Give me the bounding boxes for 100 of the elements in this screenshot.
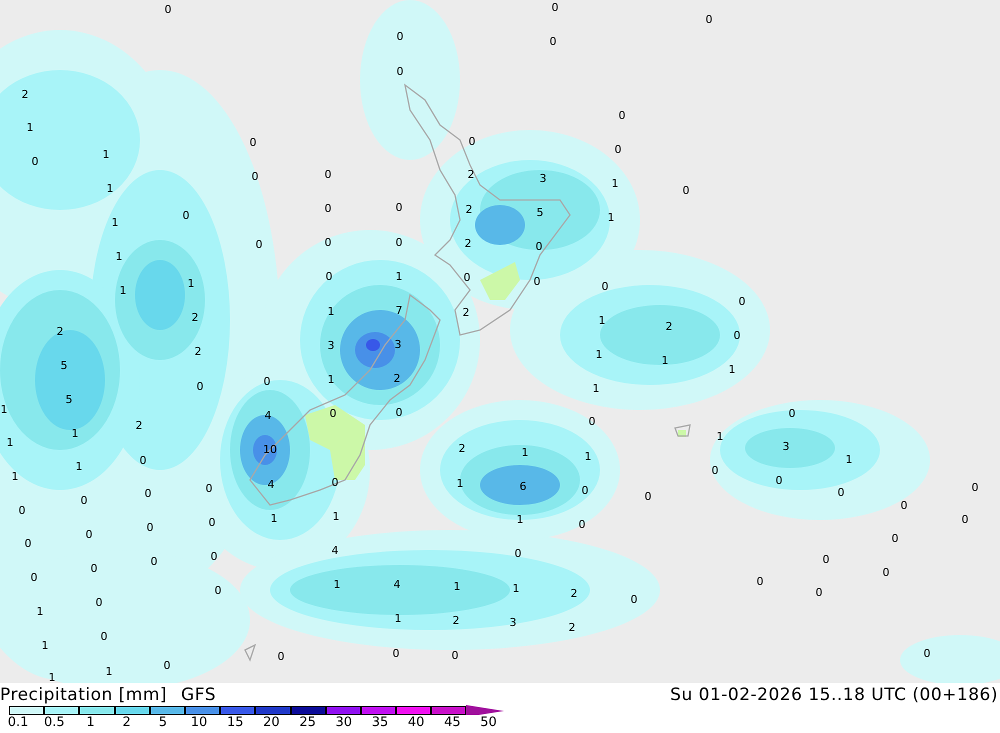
precipitation-value: 0 xyxy=(196,381,204,393)
legend-tick-label: 40 xyxy=(406,715,426,731)
precipitation-value: 1 xyxy=(662,355,668,367)
precipitation-value: 0 xyxy=(146,522,154,534)
precipitation-value: 0 xyxy=(140,455,146,467)
precipitation-value: 2 xyxy=(466,204,472,216)
precipitation-value: 1 xyxy=(328,306,334,318)
precipitation-value: 0 xyxy=(712,465,718,477)
precipitation-value: 1 xyxy=(6,437,14,449)
precipitation-value: 0 xyxy=(464,272,470,284)
precipitation-value: 0 xyxy=(644,491,652,503)
precipitation-value: 0 xyxy=(30,572,38,584)
precipitation-value: 0 xyxy=(150,556,158,568)
precipitation-value: 0 xyxy=(324,203,332,215)
precipitation-value: 1 xyxy=(608,212,614,224)
legend-tick-label: 20 xyxy=(262,715,281,731)
precipitation-value: 1 xyxy=(512,583,520,595)
precipitation-value: 1 xyxy=(102,149,110,161)
precipitation-value: 0 xyxy=(838,487,844,499)
precipitation-value: 0 xyxy=(776,475,782,487)
model-name: GFS xyxy=(181,685,216,705)
precipitation-value: 0 xyxy=(924,648,930,660)
precipitation-value: 0 xyxy=(682,185,690,197)
legend-tick-label: 15 xyxy=(226,715,244,731)
precipitation-value: 0 xyxy=(326,271,332,283)
precipitation-value: 0 xyxy=(602,281,608,293)
legend-tick-label: 10 xyxy=(190,715,208,731)
precipitation-value: 5 xyxy=(66,394,72,406)
precipitation-value: 0 xyxy=(822,554,830,566)
precipitation-value: 1 xyxy=(334,579,340,591)
precipitation-value: 0 xyxy=(24,538,32,550)
precipitation-value: 1 xyxy=(584,451,592,463)
precipitation-value: 10 xyxy=(263,444,277,456)
precipitation-value: 1 xyxy=(12,471,18,483)
precipitation-value: 0 xyxy=(250,137,256,149)
precipitation-value: 1 xyxy=(612,178,618,190)
precipitation-value: 1 xyxy=(112,217,118,229)
precipitation-value: 0 xyxy=(630,594,638,606)
precipitation-value: 2 xyxy=(136,420,142,432)
precipitation-value: 1 xyxy=(716,431,724,443)
precipitation-value: 4 xyxy=(332,545,338,557)
precipitation-value: 0 xyxy=(738,296,746,308)
precipitation-value: 3 xyxy=(540,173,546,185)
precipitation-value: 5 xyxy=(60,360,68,372)
precipitation-value: 1 xyxy=(26,122,34,134)
precipitation-value: 2 xyxy=(452,615,460,627)
precipitation-value: 0 xyxy=(214,585,222,597)
precipitation-value: 1 xyxy=(332,511,340,523)
precipitation-value: 0 xyxy=(208,517,216,529)
precipitation-value: 1 xyxy=(846,454,852,466)
precipitation-value: 0 xyxy=(900,500,908,512)
precipitation-value: 1 xyxy=(106,183,114,195)
precipitation-value: 0 xyxy=(252,171,258,183)
precipitation-value: 0 xyxy=(144,488,152,500)
precipitation-value: 0 xyxy=(96,597,102,609)
precipitation-value: 0 xyxy=(618,110,626,122)
precipitation-value: 2 xyxy=(458,443,466,455)
precipitation-value: 1 xyxy=(516,514,524,526)
precipitation-value: 5 xyxy=(536,207,544,219)
legend-tick-label: 45 xyxy=(443,715,462,731)
map-title: Precipitation [mm] xyxy=(0,685,168,705)
precipitation-value: 0 xyxy=(80,495,88,507)
precipitation-value: 0 xyxy=(756,576,764,588)
precipitation-value: 0 xyxy=(882,567,890,579)
legend-tick-label: 0.5 xyxy=(42,715,66,731)
precipitation-value: 2 xyxy=(568,622,576,634)
precipitation-value: 1 xyxy=(0,404,8,416)
precipitation-value: 0 xyxy=(788,408,796,420)
precipitation-value: 0 xyxy=(468,136,476,148)
precipitation-value: 0 xyxy=(182,210,190,222)
precipitation-value: 0 xyxy=(278,651,284,663)
precipitation-value: 0 xyxy=(892,533,898,545)
precipitation-value: 2 xyxy=(570,588,578,600)
precipitation-value: 2 xyxy=(194,346,202,358)
precipitation-value: 0 xyxy=(578,519,586,531)
legend-tick-label: 1 xyxy=(85,715,96,731)
legend-tick-label: 5 xyxy=(158,715,168,731)
precipitation-value: 0 xyxy=(332,477,338,489)
precipitation-value: 7 xyxy=(396,305,402,317)
precipitation-value: 0 xyxy=(452,650,458,662)
precipitation-value: 2 xyxy=(666,321,672,333)
precipitation-value: 3 xyxy=(394,339,402,351)
precipitation-value: 3 xyxy=(510,617,516,629)
precipitation-value: 1 xyxy=(270,513,278,525)
precipitation-value: 1 xyxy=(120,285,126,297)
precipitation-value: 0 xyxy=(392,648,400,660)
precipitation-value: 1 xyxy=(728,364,736,376)
precipitation-value: 0 xyxy=(396,237,402,249)
precipitation-value: 0 xyxy=(550,36,556,48)
precipitation-value: 1 xyxy=(394,613,402,625)
precipitation-value: 1 xyxy=(598,315,606,327)
precipitation-value: 0 xyxy=(582,485,588,497)
legend-tick-label: 50 xyxy=(479,715,498,731)
precipitation-value: 0 xyxy=(18,505,26,517)
precipitation-value: 1 xyxy=(592,383,600,395)
precipitation-value: 1 xyxy=(116,251,122,263)
legend-tick-label: 0.1 xyxy=(6,715,30,731)
precipitation-value: 0 xyxy=(210,551,218,563)
legend-tick-label: 35 xyxy=(370,715,390,731)
precipitation-value: 0 xyxy=(534,276,540,288)
